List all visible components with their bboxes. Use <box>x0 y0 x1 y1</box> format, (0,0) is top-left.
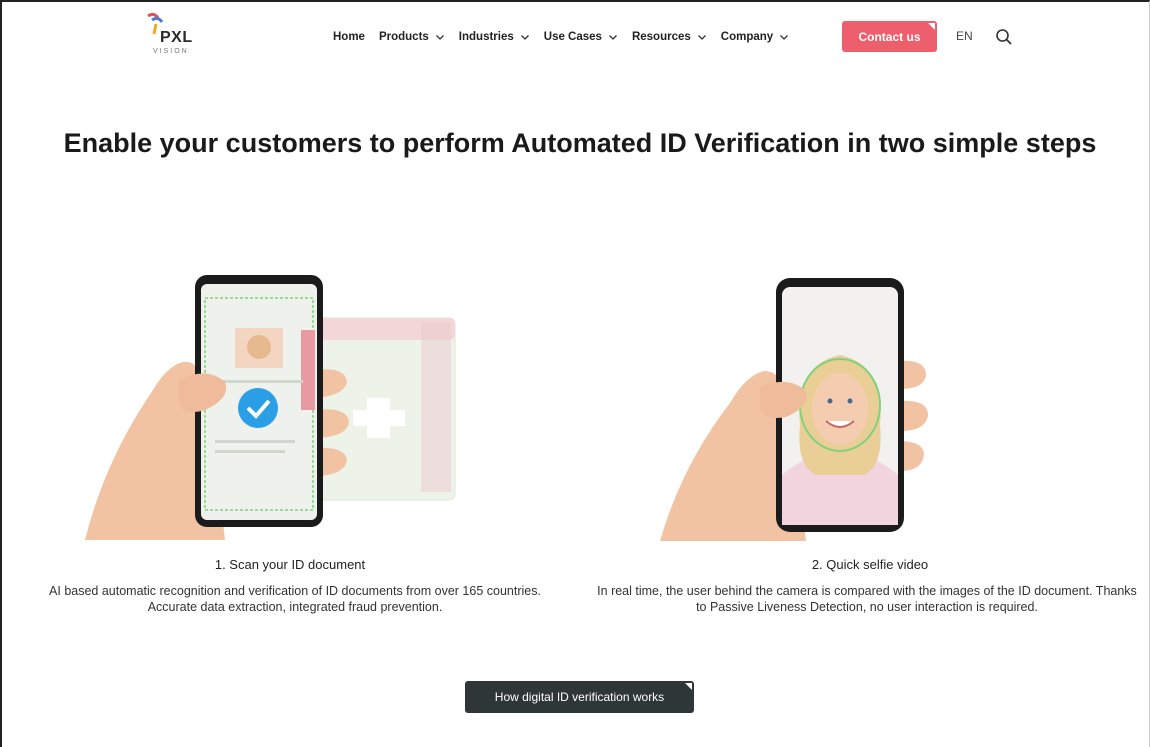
language-selector[interactable]: EN <box>956 29 973 43</box>
step-1-title: 1. Scan your ID document <box>214 557 366 572</box>
contact-us-button[interactable]: Contact us <box>842 21 937 52</box>
logo-text: PXL <box>160 29 193 46</box>
nav-item-label: Industries <box>458 31 514 43</box>
step-1-description: AI based automatic recognition and verif… <box>49 584 541 614</box>
nav-item-label: Company <box>720 31 774 43</box>
nav-item-label: Home <box>333 31 365 43</box>
step-2-description: In real time, the user behind the camera… <box>597 584 1137 614</box>
chevron-down-icon <box>520 35 529 40</box>
chevron-down-icon <box>435 35 444 40</box>
scan-id-illustration <box>85 275 456 540</box>
nav-item-home[interactable]: Home <box>333 31 365 43</box>
chevron-down-icon <box>608 35 617 40</box>
nav-item-label: Resources <box>631 31 691 43</box>
step-2-title: 2. Quick selfie video <box>811 557 929 572</box>
logo-subtext: VISION <box>153 48 189 55</box>
page-title: Enable your customers to perform Automat… <box>63 128 1097 158</box>
nav-item-resources[interactable]: Resources <box>632 31 707 43</box>
nav-item-company[interactable]: Company <box>721 31 789 43</box>
logo[interactable]: PXL VISION <box>146 12 206 58</box>
nav-item-label: Use Cases <box>543 31 602 43</box>
nav-item-label: Products <box>378 31 429 43</box>
chevron-down-icon <box>697 35 706 40</box>
main-nav: Home Products Industries Use Cases Resou… <box>333 26 803 48</box>
chevron-down-icon <box>780 35 789 40</box>
nav-item-products[interactable]: Products <box>379 31 445 43</box>
nav-item-industries[interactable]: Industries <box>459 31 530 43</box>
nav-item-use-cases[interactable]: Use Cases <box>544 31 618 43</box>
selfie-illustration <box>660 278 928 541</box>
how-it-works-button[interactable]: How digital ID verification works <box>465 681 694 713</box>
search-icon[interactable] <box>995 28 1013 46</box>
